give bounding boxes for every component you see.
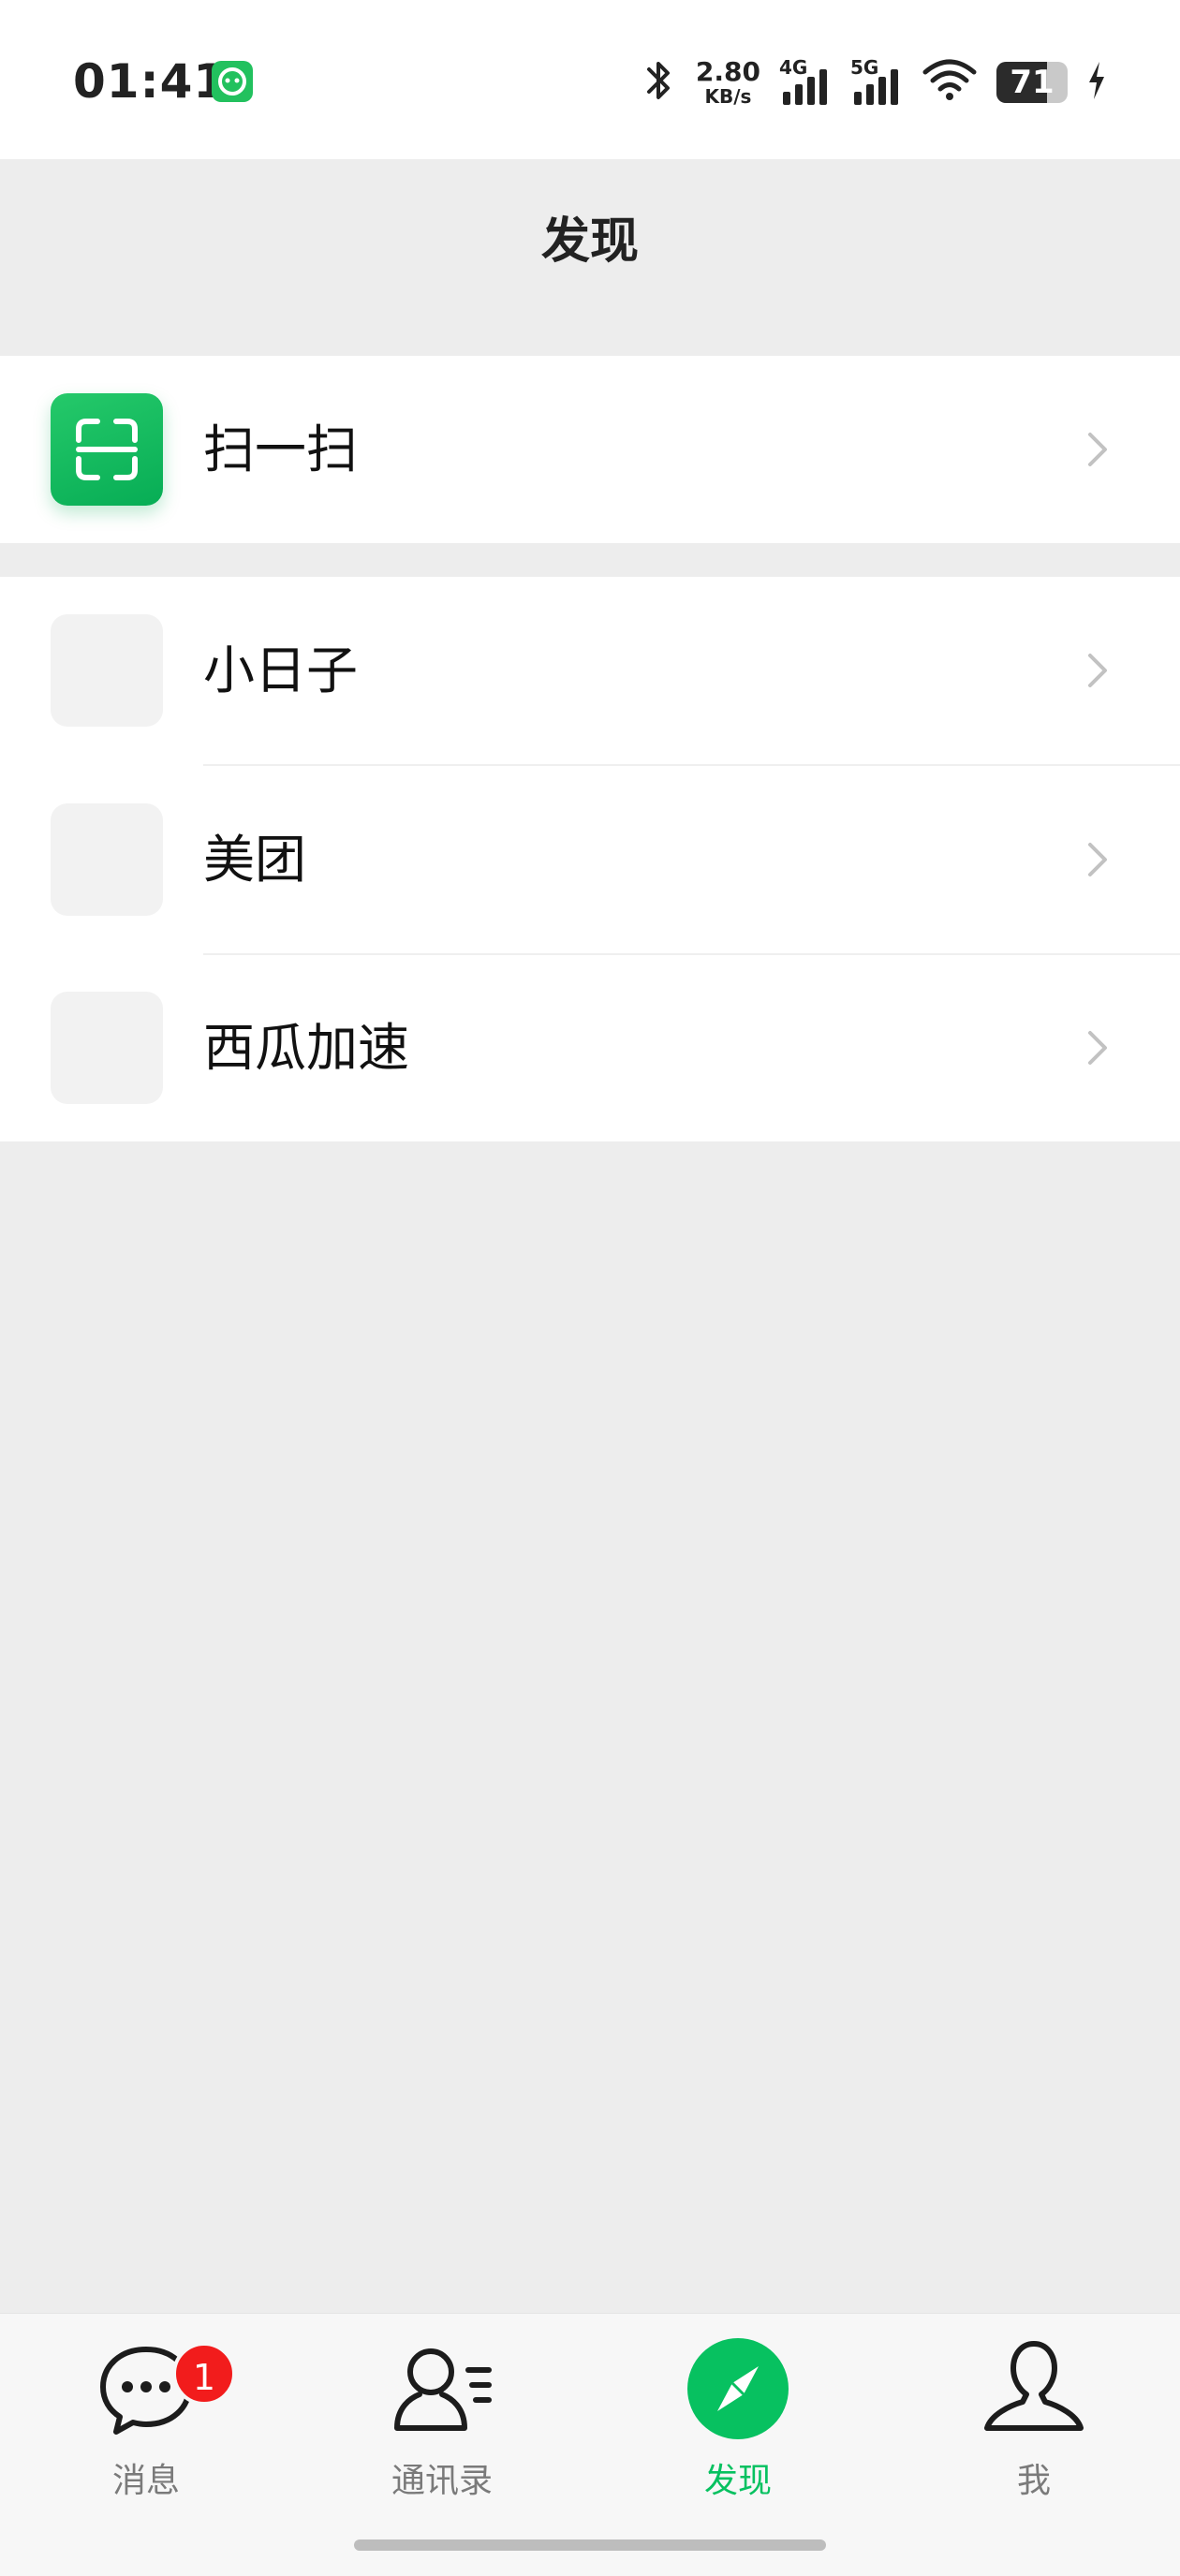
network-speed-value: 2.80 bbox=[695, 56, 760, 87]
tab-messages[interactable]: 1 消息 bbox=[52, 2336, 240, 2524]
list-item-xigua-accelerator[interactable]: 西瓜加速 bbox=[0, 954, 1180, 1141]
network-speed-unit: KB/s bbox=[704, 85, 752, 108]
tab-label: 我 bbox=[1016, 2462, 1051, 2500]
contacts-icon bbox=[394, 2348, 492, 2431]
charging-icon bbox=[1086, 60, 1107, 105]
chevron-right-icon bbox=[1088, 1031, 1107, 1065]
app-notification-icon bbox=[212, 61, 253, 102]
chevron-right-icon bbox=[1088, 654, 1107, 687]
signal-icon bbox=[783, 69, 827, 105]
placeholder-icon bbox=[51, 614, 163, 727]
tab-label: 通讯录 bbox=[391, 2462, 493, 2500]
status-indicators: 2.80 KB/s 4G 5G 71 bbox=[640, 54, 1107, 110]
person-icon bbox=[984, 2341, 1084, 2431]
tab-label: 发现 bbox=[703, 2462, 772, 2500]
cellular-4g: 4G bbox=[779, 56, 832, 109]
placeholder-icon bbox=[51, 992, 163, 1104]
list-item-label: 美团 bbox=[203, 830, 307, 890]
list-item-meituan[interactable]: 美团 bbox=[0, 766, 1180, 953]
compass-icon bbox=[687, 2338, 789, 2439]
page-title: 发现 bbox=[540, 213, 639, 270]
battery-level: 71 bbox=[1010, 64, 1055, 101]
status-time: 01:41 bbox=[73, 54, 228, 109]
list-item-label: 小日子 bbox=[203, 640, 359, 700]
list-group-scan: 扫一扫 bbox=[0, 356, 1180, 543]
tab-label: 消息 bbox=[111, 2462, 180, 2500]
tab-discover[interactable]: 发现 bbox=[644, 2336, 832, 2524]
scan-icon bbox=[51, 393, 163, 506]
list-item-label: 扫一扫 bbox=[203, 420, 359, 479]
wifi-icon bbox=[922, 57, 978, 108]
tab-contacts[interactable]: 通讯录 bbox=[348, 2336, 536, 2524]
list-group-apps: 小日子 美团 西瓜加速 bbox=[0, 577, 1180, 1141]
chevron-right-icon bbox=[1088, 843, 1107, 876]
battery-indicator: 71 bbox=[996, 62, 1068, 103]
list-item-label: 西瓜加速 bbox=[203, 1018, 410, 1078]
list-item-xiaorizi[interactable]: 小日子 bbox=[0, 577, 1180, 764]
bottom-tab-bar: 1 消息 通讯录 发现 我 bbox=[0, 2313, 1180, 2576]
placeholder-icon bbox=[51, 803, 163, 916]
signal-icon bbox=[854, 69, 898, 105]
home-indicator[interactable] bbox=[354, 2539, 826, 2551]
cellular-5g: 5G bbox=[850, 56, 903, 109]
chevron-right-icon bbox=[1088, 433, 1107, 466]
status-bar: 01:41 2.80 KB/s 4G 5G 71 bbox=[0, 0, 1180, 159]
network-speed: 2.80 KB/s bbox=[695, 56, 760, 108]
unread-badge: 1 bbox=[172, 2342, 236, 2406]
list-item-scan[interactable]: 扫一扫 bbox=[0, 356, 1180, 543]
bluetooth-icon bbox=[640, 56, 677, 109]
tab-me[interactable]: 我 bbox=[940, 2336, 1128, 2524]
